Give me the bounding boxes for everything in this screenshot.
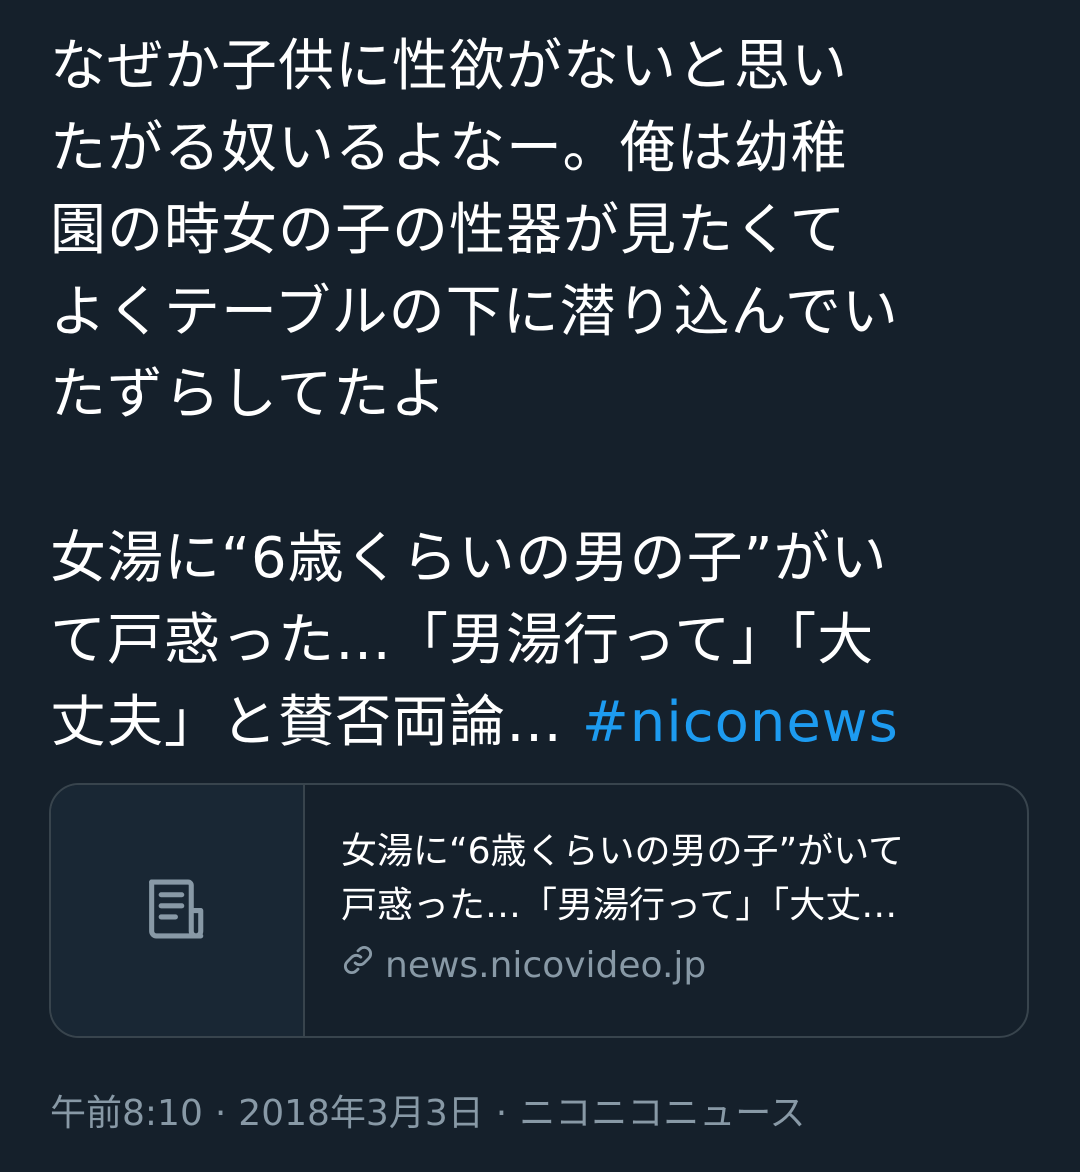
link-card[interactable]: 女湯に“6歳くらいの男の子”がいて 戸惑った…「男湯行って」「大丈… news.… xyxy=(49,783,1029,1038)
tweet-meta: 午前8:10 · 2018年3月3日 · ニコニコニュース xyxy=(50,1087,805,1141)
meta-separator: · xyxy=(495,1093,508,1134)
tweet-date[interactable]: 2018年3月3日 xyxy=(238,1093,483,1134)
tweet-quote-tail: 丈夫」と賛否両論… xyxy=(50,690,582,755)
hashtag-link[interactable]: #niconews xyxy=(582,690,899,755)
card-title: 女湯に“6歳くらいの男の子”がいて 戸惑った…「男湯行って」「大丈… xyxy=(341,825,991,933)
tweet-line: よくテーブルの下に潜り込んでい xyxy=(50,280,899,345)
link-icon xyxy=(341,939,375,993)
tweet-quote-line: て戸惑った…「男湯行って」「大 xyxy=(50,608,875,673)
card-body: 女湯に“6歳くらいの男の子”がいて 戸惑った…「男湯行って」「大丈… news.… xyxy=(305,785,1027,1036)
tweet-source[interactable]: ニコニコニュース xyxy=(519,1093,805,1134)
meta-separator: · xyxy=(214,1093,227,1134)
tweet-line: なぜか子供に性欲がないと思い xyxy=(50,34,848,99)
card-title-line: 戸惑った…「男湯行って」「大丈… xyxy=(341,885,898,926)
tweet-text: なぜか子供に性欲がないと思い たがる奴いるよなー。俺は幼稚 園の時女の子の性器が… xyxy=(50,26,1040,764)
tweet-line: 園の時女の子の性器が見たくて xyxy=(50,198,847,263)
tweet-line: たがる奴いるよなー。俺は幼稚 xyxy=(50,116,848,181)
tweet-time[interactable]: 午前8:10 xyxy=(50,1093,203,1134)
tweet-line: たずらしてたよ xyxy=(50,362,448,427)
card-domain-text: news.nicovideo.jp xyxy=(385,945,707,986)
tweet-quote-line: 女湯に“6歳くらいの男の子”がい xyxy=(50,526,888,591)
card-title-line: 女湯に“6歳くらいの男の子”がいて xyxy=(341,831,905,872)
card-thumbnail xyxy=(51,785,305,1036)
article-icon xyxy=(139,871,215,951)
tweet-quote-last-line: 丈夫」と賛否両論… #niconews xyxy=(50,682,1040,764)
card-domain: news.nicovideo.jp xyxy=(341,939,991,993)
